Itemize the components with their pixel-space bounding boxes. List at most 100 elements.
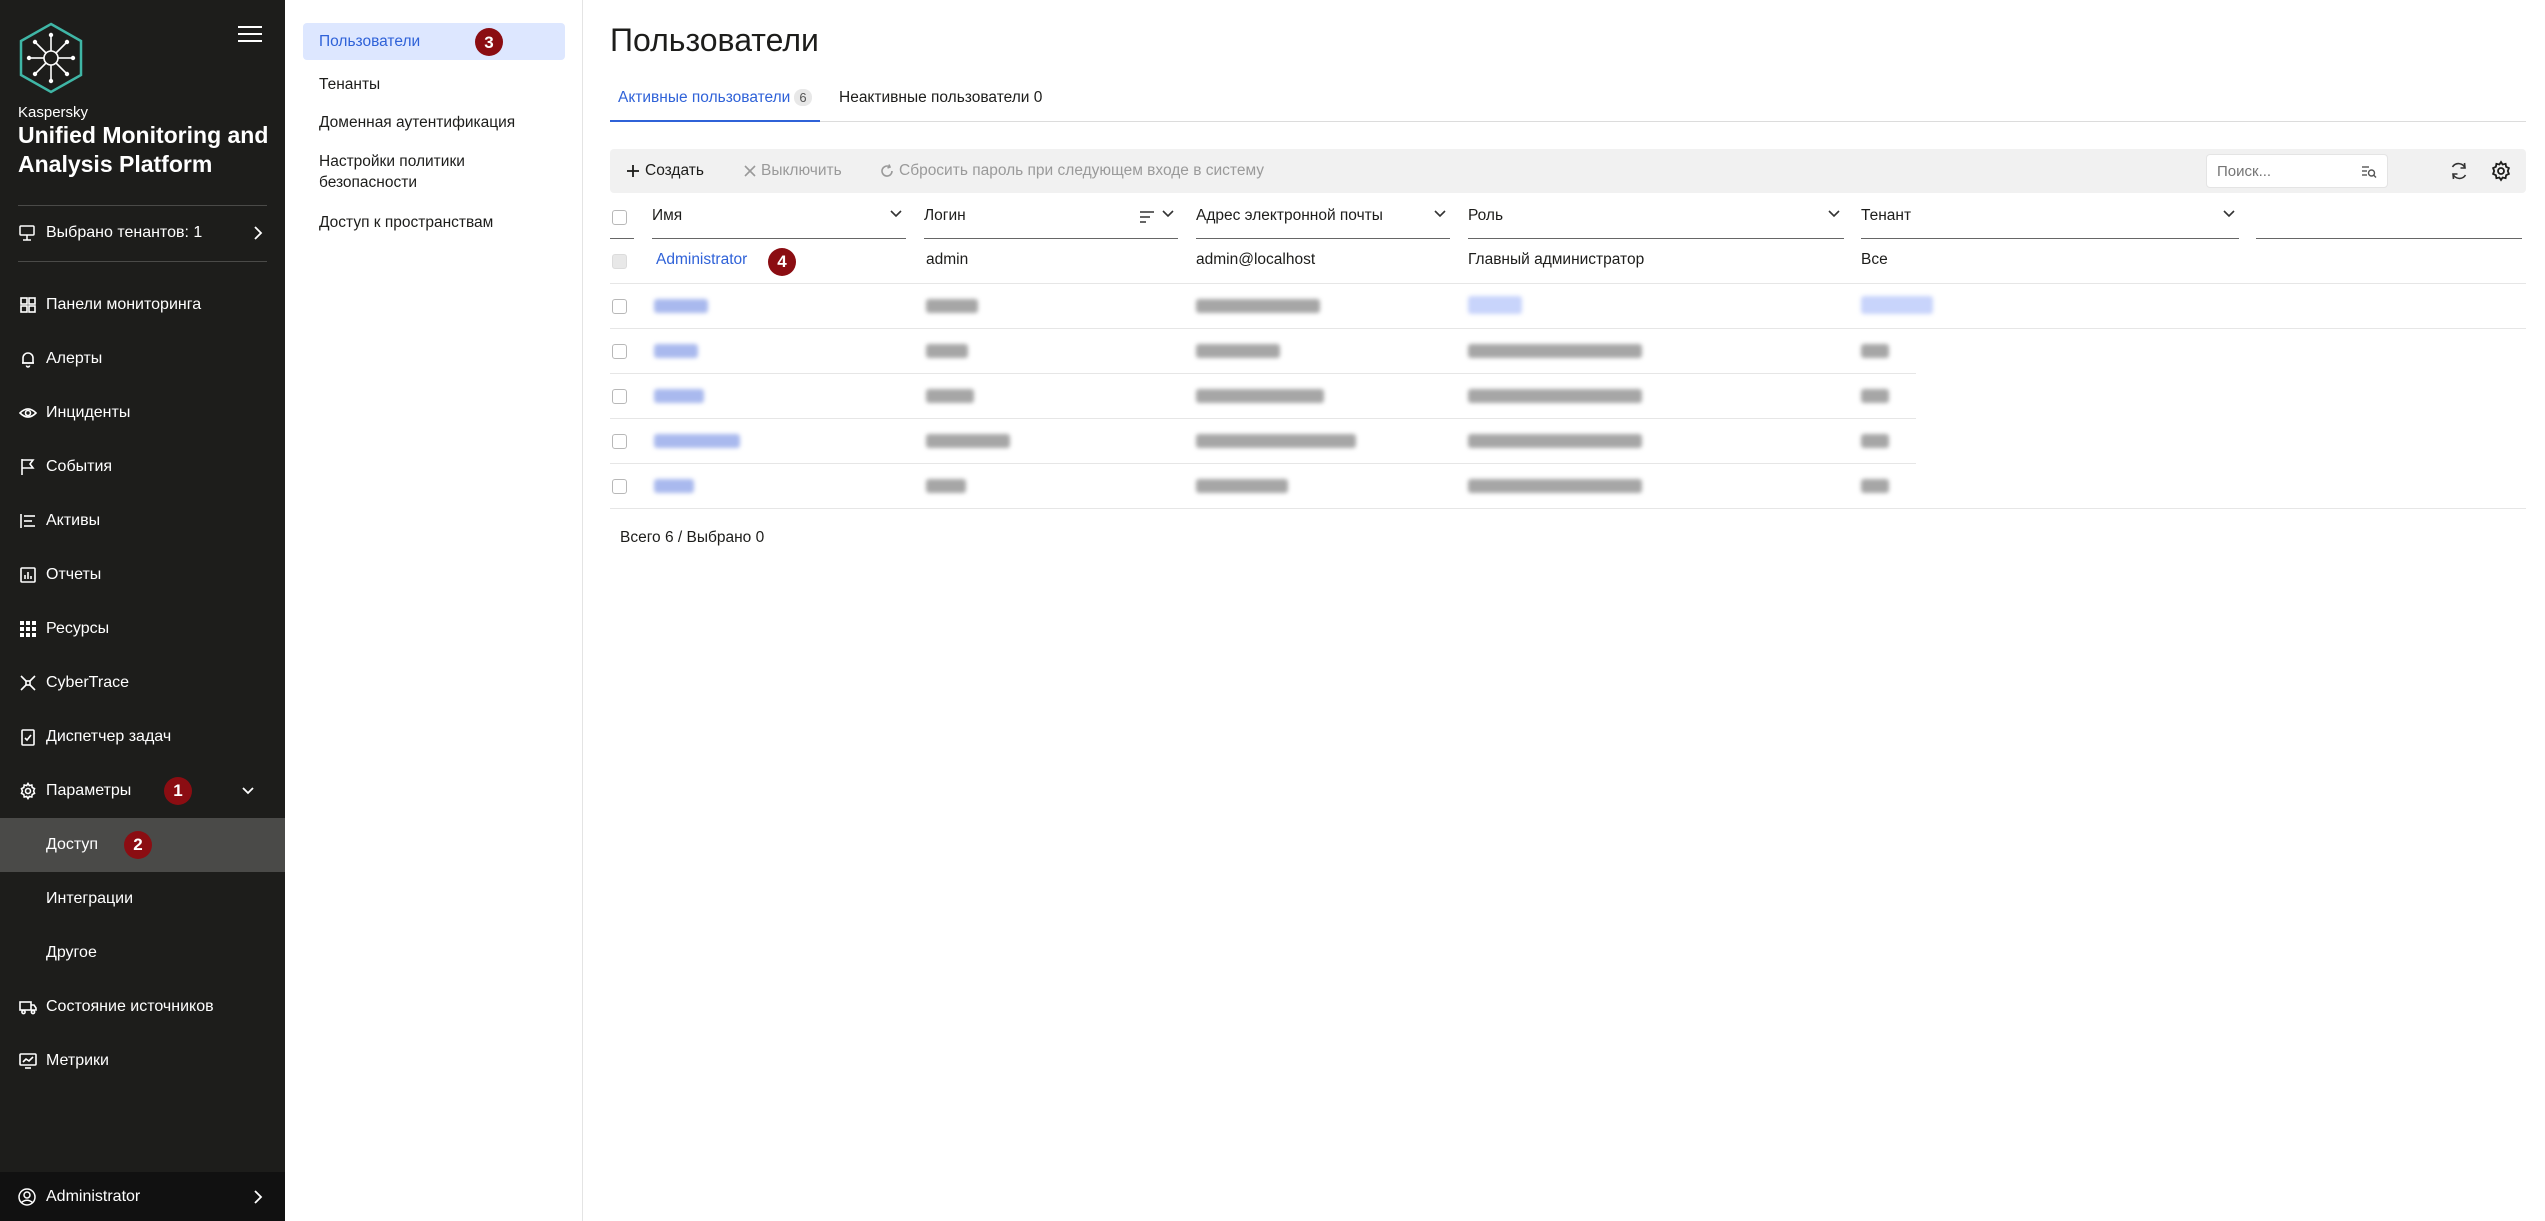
redacted-text <box>654 434 740 448</box>
nav-item-assets[interactable]: Активы <box>0 494 285 548</box>
table-row[interactable] <box>610 464 1916 509</box>
refresh-icon[interactable] <box>2448 160 2470 182</box>
page-title: Пользователи <box>610 22 819 58</box>
column-header-login[interactable]: Логин <box>924 201 1178 239</box>
row-checkbox[interactable] <box>612 479 627 494</box>
nav-item-integrations[interactable]: Интеграции <box>0 872 285 926</box>
subnav-item-tenants[interactable]: Тенанты <box>303 66 565 103</box>
dashboard-icon <box>18 295 38 315</box>
subnav-item-users[interactable]: Пользователи 3 <box>303 23 565 60</box>
menu-toggle-icon[interactable] <box>238 26 262 46</box>
row-checkbox[interactable] <box>612 254 627 269</box>
row-checkbox[interactable] <box>612 299 627 314</box>
subnav-item-space-access[interactable]: Доступ к пространствам <box>303 204 565 241</box>
search-field[interactable] <box>2206 154 2388 188</box>
current-user-menu[interactable]: Administrator <box>0 1172 285 1221</box>
column-header-email[interactable]: Адрес электронной почты <box>1196 201 1450 239</box>
nav-item-task-manager[interactable]: Диспетчер задач <box>0 710 285 764</box>
nav-item-source-status[interactable]: Состояние источников <box>0 980 285 1034</box>
chevron-down-icon[interactable] <box>2223 210 2235 218</box>
cybertrace-icon <box>18 673 38 693</box>
redacted-text <box>1861 389 1889 403</box>
nav-item-incidents[interactable]: Инциденты <box>0 386 285 440</box>
nav-item-settings[interactable]: Параметры 1 <box>0 764 285 818</box>
tab-active-users[interactable]: Активные пользователи 6 <box>610 82 820 122</box>
row-checkbox[interactable] <box>612 389 627 404</box>
report-icon <box>18 565 38 585</box>
select-all-checkbox[interactable] <box>612 210 627 225</box>
column-header-extra <box>2256 201 2522 239</box>
nav-item-metrics[interactable]: Метрики <box>0 1034 285 1088</box>
create-button[interactable]: Создать <box>626 149 704 193</box>
current-user-name: Administrator <box>46 1187 141 1205</box>
user-name-link[interactable]: Administrator <box>656 251 747 269</box>
chevron-down-icon <box>242 787 254 795</box>
subnav-item-label: Доступ к пространствам <box>319 214 494 231</box>
tab-inactive-users[interactable]: Неактивные пользователи 0 <box>831 82 1050 122</box>
tenant-selector-label: Выбрано тенантов: 1 <box>46 224 203 241</box>
redacted-text <box>926 389 974 403</box>
redacted-text <box>1196 344 1280 358</box>
table-row[interactable] <box>610 284 2526 329</box>
disable-button[interactable]: Выключить <box>744 149 842 193</box>
subnav-item-domain-auth[interactable]: Доменная аутентификация <box>303 104 565 141</box>
nav-item-label: Панели мониторинга <box>46 296 202 313</box>
redacted-text <box>654 299 708 313</box>
search-options-icon[interactable] <box>2361 164 2377 180</box>
redacted-text <box>1468 344 1642 358</box>
subnav-item-security-policy[interactable]: Настройки политики безопасности <box>303 143 503 201</box>
chevron-down-icon[interactable] <box>1162 210 1174 218</box>
nav-item-label: Активы <box>46 512 101 529</box>
nav-item-label: Метрики <box>46 1052 109 1069</box>
table-row[interactable] <box>610 374 1916 419</box>
tenant-selector[interactable]: Выбрано тенантов: 1 <box>0 214 285 252</box>
nav-item-label: Другое <box>46 944 97 961</box>
nav-item-label: CyberTrace <box>46 674 129 691</box>
column-header-role[interactable]: Роль <box>1468 201 1844 239</box>
nav-item-access[interactable]: Доступ 2 <box>0 818 285 872</box>
row-checkbox[interactable] <box>612 434 627 449</box>
chevron-down-icon[interactable] <box>1828 210 1840 218</box>
table-row[interactable]: Administrator 4 admin admin@localhost Гл… <box>610 239 2526 284</box>
gear-icon[interactable] <box>2490 160 2512 182</box>
nav-item-other[interactable]: Другое <box>0 926 285 980</box>
chevron-down-icon[interactable] <box>1434 210 1446 218</box>
chevron-down-icon[interactable] <box>890 210 902 218</box>
redacted-text <box>926 479 966 493</box>
source-icon <box>18 997 38 1017</box>
redacted-text <box>654 344 698 358</box>
nav-divider <box>18 261 267 262</box>
nav-item-label: События <box>46 458 113 475</box>
column-header-tenant[interactable]: Тенант <box>1861 201 2239 239</box>
eye-icon <box>18 403 38 423</box>
column-title: Тенант <box>1861 207 1912 224</box>
nav-item-label: Параметры <box>46 782 132 799</box>
table-footer-summary: Всего 6 / Выбрано 0 <box>620 529 765 546</box>
refresh-icon <box>881 164 893 177</box>
nav-item-reports[interactable]: Отчеты <box>0 548 285 602</box>
main-content: Пользователи Активные пользователи 6 Неак… <box>584 0 2545 1221</box>
column-title: Роль <box>1468 207 1504 224</box>
close-icon <box>744 165 756 177</box>
reset-password-button[interactable]: Сбросить пароль при следующем входе в си… <box>880 149 1264 193</box>
brand-vendor: Kaspersky <box>18 104 89 121</box>
redacted-text <box>1196 389 1324 403</box>
table-row[interactable] <box>610 419 1916 464</box>
row-checkbox[interactable] <box>612 344 627 359</box>
metrics-icon <box>18 1051 38 1071</box>
column-title: Логин <box>924 207 966 224</box>
nav-item-alerts[interactable]: Алерты <box>0 332 285 386</box>
nav-item-events[interactable]: События <box>0 440 285 494</box>
nav-item-cybertrace[interactable]: CyberTrace <box>0 656 285 710</box>
redacted-text <box>654 389 704 403</box>
nav-item-resources[interactable]: Ресурсы <box>0 602 285 656</box>
sort-icon[interactable] <box>1140 211 1154 223</box>
table-row[interactable] <box>610 329 1916 374</box>
nav-item-dashboards[interactable]: Панели мониторинга <box>0 278 285 332</box>
step-badge: 3 <box>475 28 503 56</box>
redacted-text <box>1196 299 1320 313</box>
column-header-name[interactable]: Имя <box>652 201 906 239</box>
redacted-text <box>1196 434 1356 448</box>
search-input[interactable] <box>2217 162 2357 180</box>
main-navigation: Kaspersky Unified Monitoring and Analysi… <box>0 0 285 1221</box>
